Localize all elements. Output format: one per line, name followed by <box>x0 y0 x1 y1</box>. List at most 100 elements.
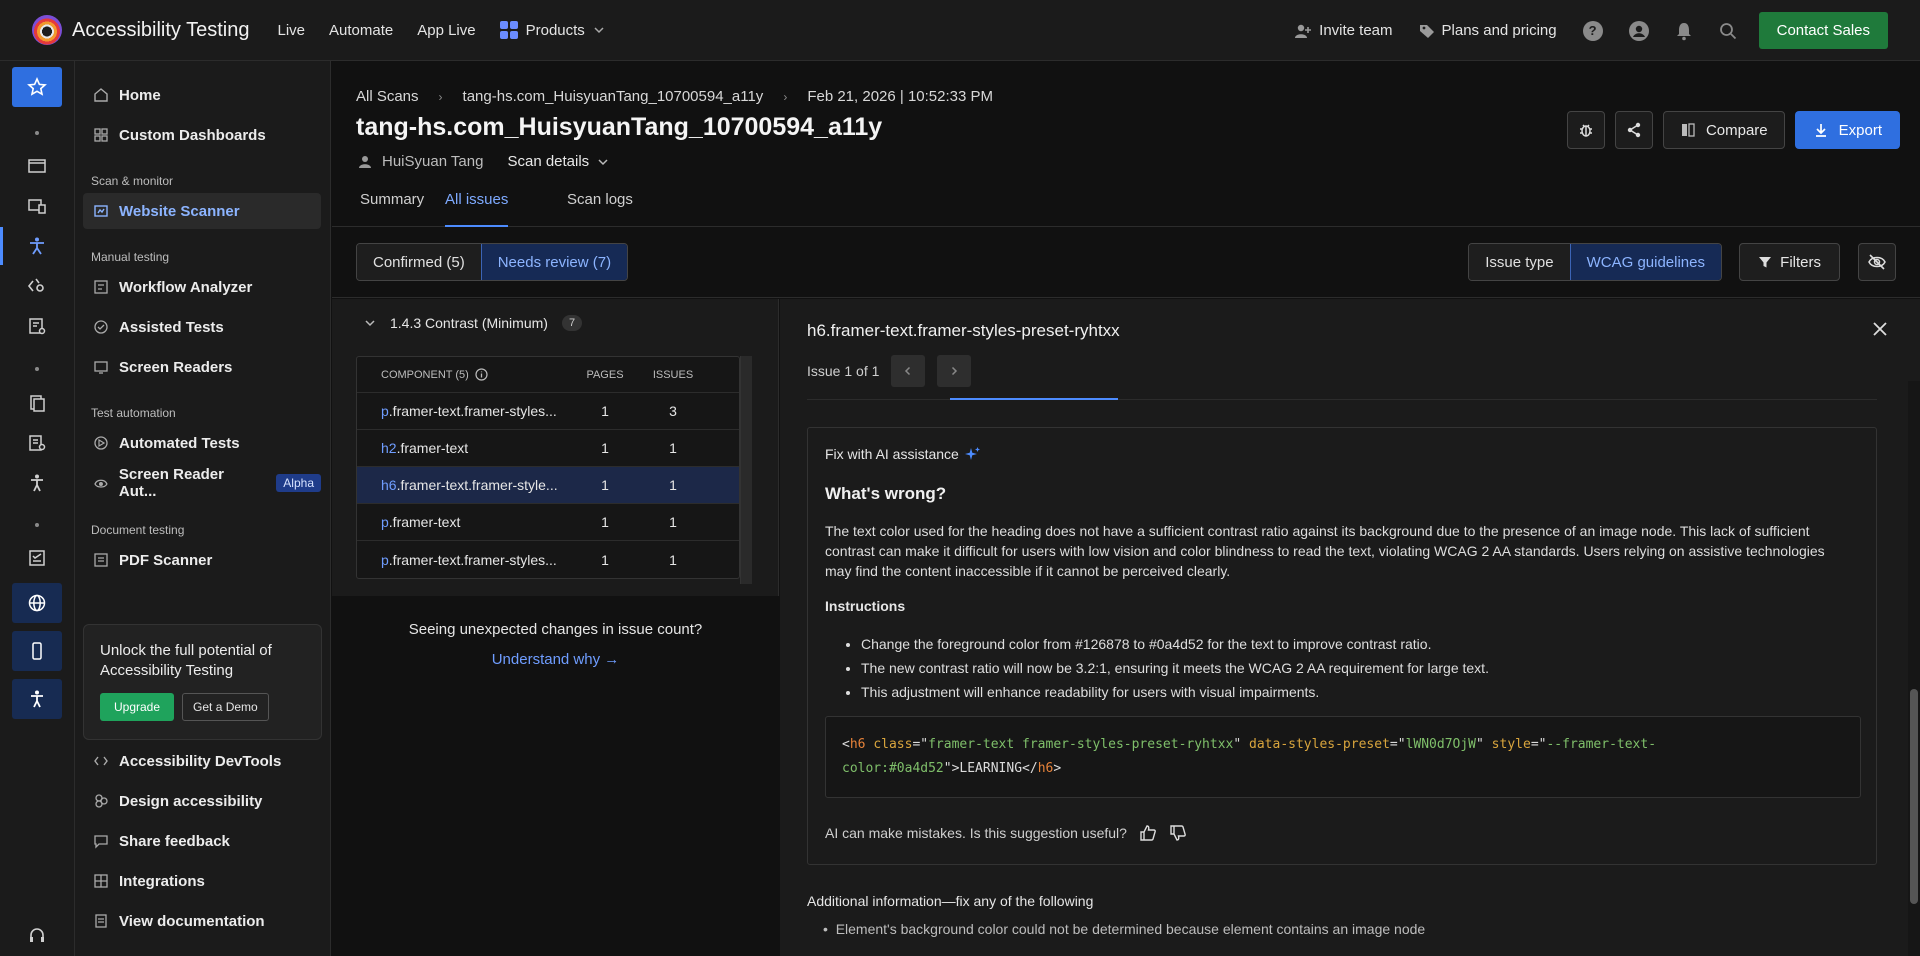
sidebar-item-assisted-tests[interactable]: Assisted Tests <box>83 309 321 345</box>
column-component-label: COMPONENT (5) <box>381 368 469 381</box>
rail-checklist[interactable] <box>12 538 62 578</box>
component-list-panel: 1.4.3 Contrast (Minimum) 7 COMPONENT (5)… <box>332 299 779 596</box>
search-icon[interactable] <box>1719 22 1737 40</box>
understand-why-link[interactable]: Understand why → <box>332 651 779 668</box>
sidebar-item-design-accessibility[interactable]: Design accessibility <box>83 783 321 819</box>
get-demo-button[interactable]: Get a Demo <box>182 693 269 721</box>
list-scrollbar[interactable] <box>740 356 752 584</box>
breadcrumb-scan[interactable]: tang-hs.com_HuisyuanTang_10700594_a11y <box>463 88 764 105</box>
bell-icon[interactable] <box>1675 21 1693 41</box>
contact-sales-button[interactable]: Contact Sales <box>1758 12 1888 49</box>
confirmed-toggle[interactable]: Confirmed (5) <box>357 244 481 280</box>
rail-accessibility-alt[interactable] <box>12 463 62 503</box>
component-cell: p.framer-text.framer-styles... <box>357 552 571 568</box>
instruction-item: This adjustment will enhance readability… <box>861 680 1489 704</box>
table-row-selected[interactable]: h6.framer-text.framer-style... 1 1 <box>357 467 739 504</box>
sidebar-item-share-feedback[interactable]: Share feedback <box>83 823 321 859</box>
thumbs-up-icon[interactable] <box>1139 824 1157 842</box>
tab-all-issues[interactable]: All issues <box>445 191 509 227</box>
issue-type-toggle[interactable]: Issue type <box>1469 244 1570 280</box>
next-issue-button[interactable] <box>937 355 972 387</box>
sidebar-item-pdf-scanner[interactable]: PDF Scanner <box>83 542 321 578</box>
thumbs-down-icon[interactable] <box>1169 824 1187 842</box>
app-logo[interactable] <box>32 15 62 45</box>
table-row[interactable]: p.framer-text.framer-styles... 1 1 <box>357 541 739 578</box>
help-icon[interactable]: ? <box>1582 20 1603 41</box>
needs-review-toggle[interactable]: Needs review (7) <box>480 244 628 280</box>
instructions-list: Change the foreground color from #126878… <box>861 632 1489 704</box>
tab-summary[interactable]: Summary <box>360 191 424 227</box>
upgrade-button[interactable]: Upgrade <box>100 693 175 721</box>
nav-live[interactable]: Live <box>277 22 305 39</box>
rail-mobile[interactable] <box>12 631 62 671</box>
rail-support[interactable] <box>12 916 62 956</box>
checklist-settings-icon <box>29 318 46 335</box>
compare-button[interactable]: Compare <box>1662 111 1785 149</box>
integrations-icon <box>94 874 108 888</box>
chevron-right-icon <box>952 366 958 376</box>
rail-web[interactable] <box>12 583 62 623</box>
code-snippet[interactable]: <h6 class="framer-text framer-styles-pre… <box>825 716 1861 798</box>
close-icon[interactable] <box>1872 321 1888 337</box>
rail-favorites[interactable] <box>12 67 62 107</box>
filters-button[interactable]: Filters <box>1739 243 1840 281</box>
sparkle-icon <box>964 447 980 460</box>
invite-team-label: Invite team <box>1319 22 1393 39</box>
pages-cell: 1 <box>601 477 609 493</box>
sidebar-item-view-documentation[interactable]: View documentation <box>83 903 321 939</box>
info-icon[interactable] <box>475 368 488 381</box>
rail-accessibility-app[interactable] <box>12 679 62 719</box>
app-title[interactable]: Accessibility Testing <box>72 19 249 42</box>
sidebar-item-home[interactable]: Home <box>83 77 321 113</box>
tab-scan-logs[interactable]: Scan logs <box>567 191 633 227</box>
column-pages: PAGES <box>586 368 624 381</box>
sidebar-item-screen-reader-automation[interactable]: Screen Reader Aut... Alpha <box>83 465 321 501</box>
rail-test-management[interactable] <box>12 306 62 346</box>
plans-pricing-label: Plans and pricing <box>1441 22 1557 39</box>
rail-code-quality[interactable] <box>12 266 62 306</box>
rail-files[interactable] <box>12 383 62 423</box>
sidebar-item-automated-tests[interactable]: Automated Tests <box>83 425 321 461</box>
rail-reports[interactable] <box>12 423 62 463</box>
sidebar-item-screen-readers[interactable]: Screen Readers <box>83 349 321 385</box>
rail-automate[interactable] <box>12 186 62 226</box>
pages-cell: 1 <box>601 440 609 456</box>
sidebar-item-devtools[interactable]: Accessibility DevTools <box>83 743 321 779</box>
breadcrumb-all-scans[interactable]: All Scans <box>356 88 419 105</box>
sidebar-item-integrations[interactable]: Integrations <box>83 863 321 899</box>
products-menu[interactable]: Products <box>499 21 605 39</box>
sidebar-item-custom-dashboards[interactable]: Custom Dashboards <box>83 117 321 153</box>
hide-toggle-button[interactable] <box>1858 243 1896 281</box>
nav-automate[interactable]: Automate <box>329 22 393 39</box>
bug-icon <box>1579 124 1592 137</box>
rail-accessibility[interactable] <box>12 226 62 266</box>
report-bug-button[interactable] <box>1566 111 1605 149</box>
table-row[interactable]: h2.framer-text 1 1 <box>357 430 739 467</box>
plans-pricing-link[interactable]: Plans and pricing <box>1419 22 1557 39</box>
export-button[interactable]: Export <box>1794 111 1900 149</box>
share-button[interactable] <box>1614 111 1653 149</box>
scan-owner: HuiSyuan Tang <box>382 153 484 170</box>
issues-cell: 1 <box>669 551 677 568</box>
detail-scrollbar-thumb[interactable] <box>1910 689 1918 904</box>
table-row[interactable]: p.framer-text 1 1 <box>357 504 739 541</box>
scanner-icon <box>94 205 108 217</box>
sidebar-item-workflow-analyzer[interactable]: Workflow Analyzer <box>83 269 321 305</box>
rail-separator <box>35 367 39 371</box>
sidebar-item-label: Integrations <box>119 872 205 890</box>
sidebar-item-website-scanner[interactable]: Website Scanner <box>83 193 321 229</box>
user-account-icon[interactable] <box>1628 20 1649 41</box>
nav-app-live[interactable]: App Live <box>417 22 475 39</box>
scan-details-toggle[interactable]: Scan details <box>507 153 609 170</box>
table-row[interactable]: p.framer-text.framer-styles... 1 3 <box>357 393 739 430</box>
compare-label: Compare <box>1705 121 1768 139</box>
component-tag: h6 <box>381 477 397 493</box>
chevron-right-icon: › <box>783 89 788 104</box>
criterion-group[interactable]: 1.4.3 Contrast (Minimum) 7 <box>364 315 583 331</box>
component-tag: h2 <box>381 440 397 456</box>
invite-team-link[interactable]: Invite team <box>1294 22 1393 39</box>
previous-issue-button[interactable] <box>891 355 926 387</box>
issue-title: h6.framer-text.framer-styles-preset-ryht… <box>807 321 1120 340</box>
wcag-guidelines-toggle[interactable]: WCAG guidelines <box>1569 244 1721 280</box>
rail-live[interactable] <box>12 146 62 186</box>
